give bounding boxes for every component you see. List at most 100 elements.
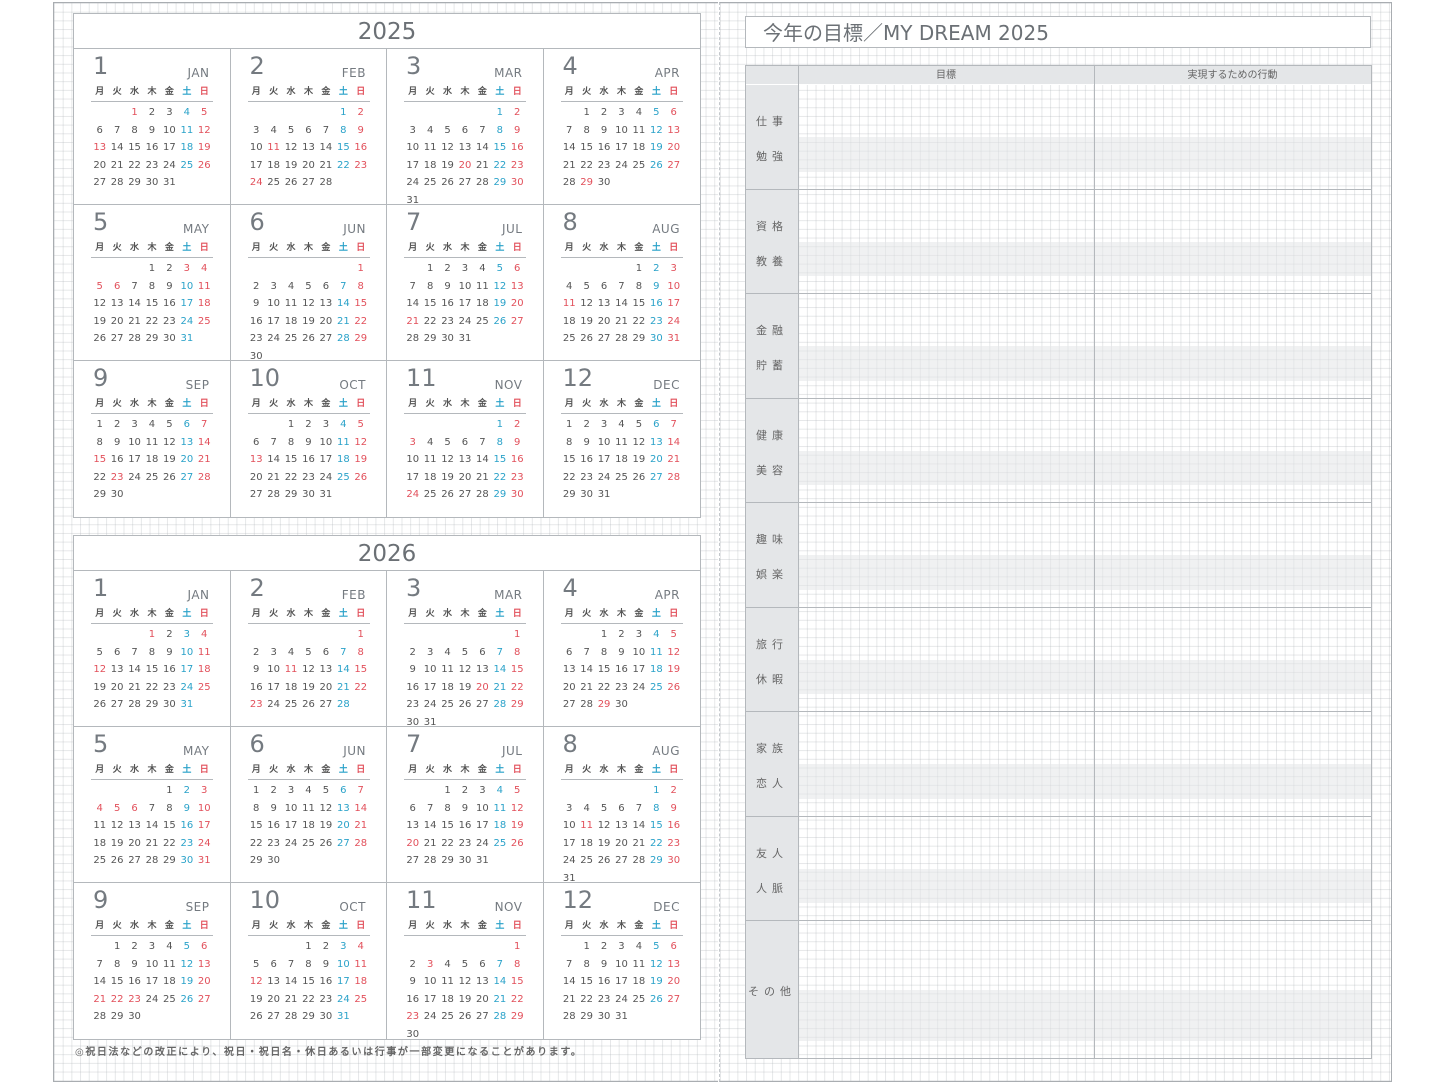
day-cell: 29 xyxy=(163,855,176,866)
category-label: 資格 xyxy=(756,219,788,233)
day-cell: 10 xyxy=(476,802,489,814)
weekday-header: 月火水木金土日 xyxy=(560,397,683,414)
weekday-label: 日 xyxy=(669,765,679,775)
day-cell: 27 xyxy=(110,699,124,710)
week-row: 17 18 19 20 21 22 23 xyxy=(404,469,526,487)
day-cell: 22 xyxy=(354,681,368,693)
day-cell: 2 xyxy=(444,263,451,274)
week-row: 8 9 10 11 12 13 14 xyxy=(561,434,683,452)
day-cell xyxy=(421,104,438,122)
day-cell: 2 xyxy=(148,107,156,118)
month-number: 12 xyxy=(562,886,594,914)
day-cell xyxy=(421,1026,438,1044)
week-row: 28 29 30 xyxy=(561,174,683,192)
day-cell: 24 xyxy=(145,993,159,1005)
day-cell: 13 xyxy=(406,820,420,831)
week-row: 9 10 11 12 13 14 15 xyxy=(404,661,526,679)
month-dec: 12 DEC 月火水木金土日 1 2 3 4 5 6 7 8 9 10 11 12 13 14 15 16 17 18 1… xyxy=(544,361,701,517)
month-number: 6 xyxy=(249,730,265,758)
day-cell: 9 xyxy=(148,124,156,136)
day-cell: 5 xyxy=(583,280,590,292)
day-cell: 23 xyxy=(249,333,263,344)
writing-band xyxy=(798,659,1371,694)
day-cell: 22 xyxy=(493,159,507,171)
day-cell: 7 xyxy=(409,280,416,292)
day-cell: 3 xyxy=(201,785,208,796)
month-abbr: JAN xyxy=(187,588,210,602)
day-cell: 9 xyxy=(670,802,677,814)
day-cell: 23 xyxy=(597,159,611,171)
weekday-label: 日 xyxy=(199,609,209,619)
day-cell: 21 xyxy=(476,471,489,483)
weekday-label: 火 xyxy=(582,399,592,409)
day-cell xyxy=(248,626,265,644)
day-cell: 16 xyxy=(249,315,263,327)
day-cell xyxy=(335,174,352,192)
day-cell: 8 xyxy=(113,958,121,970)
weekday-label: 土 xyxy=(495,87,505,97)
day-cell: 5 xyxy=(305,280,312,292)
day-cell xyxy=(404,104,421,122)
day-cell: 16 xyxy=(302,454,315,465)
day-cell: 6 xyxy=(653,419,660,430)
day-cell: 23 xyxy=(510,471,524,483)
day-cell: 23 xyxy=(267,837,280,849)
weekday-label: 土 xyxy=(495,399,505,409)
day-cell: 12 xyxy=(302,298,315,309)
month-number: 8 xyxy=(562,730,578,758)
day-cell xyxy=(335,260,352,278)
day-cell xyxy=(335,486,352,504)
weekday-label: 火 xyxy=(582,765,592,775)
day-cell: 24 xyxy=(267,333,280,344)
day-cell: 5 xyxy=(461,958,469,970)
day-cell: 4 xyxy=(653,629,660,640)
month-number: 11 xyxy=(406,886,437,914)
weekday-label: 日 xyxy=(669,87,679,97)
day-cell: 27 xyxy=(319,333,333,344)
day-cell: 13 xyxy=(667,124,681,136)
day-cell: 11 xyxy=(302,802,315,814)
day-cell: 4 xyxy=(287,646,295,658)
day-cell: 22 xyxy=(632,315,646,327)
day-cell xyxy=(421,626,438,644)
week-row: 2345678 xyxy=(404,644,526,662)
day-cell xyxy=(630,1008,647,1026)
day-cell: 12 xyxy=(441,142,454,153)
weekday-label: 火 xyxy=(582,243,592,253)
weekday-label: 水 xyxy=(599,399,609,409)
day-cell xyxy=(474,938,491,956)
day-cell: 26 xyxy=(93,699,107,710)
day-cell xyxy=(578,260,595,278)
day-cell: 16 xyxy=(163,298,176,309)
day-cell: 2 xyxy=(409,958,416,970)
day-cell xyxy=(474,104,491,122)
day-cell: 16 xyxy=(441,298,454,309)
day-cell: 7 xyxy=(148,802,156,814)
day-cell: 8 xyxy=(496,436,503,448)
month-abbr: DEC xyxy=(653,900,680,914)
day-cell: 16 xyxy=(510,454,524,465)
category-label: 教養 xyxy=(756,254,788,268)
month-number: 5 xyxy=(93,730,109,758)
day-cell: 28 xyxy=(354,837,368,849)
category-divider xyxy=(746,397,1371,399)
day-cell: 19 xyxy=(597,837,611,849)
day-cell: 2 xyxy=(183,785,190,796)
left-page-annual-calendar: 2025 1 JAN 月火水木金土日 1 2 3 4 5 6 7 8 9 10 11 12 13 14 15 16 17… xyxy=(53,2,718,1082)
writing-band xyxy=(798,764,1371,799)
day-cell: 25 xyxy=(336,471,350,483)
day-cell xyxy=(456,1026,473,1044)
day-cell: 24 xyxy=(476,837,489,849)
day-cell: 17 xyxy=(458,298,472,309)
day-cell: 27 xyxy=(476,699,489,710)
day-cell: 3 xyxy=(618,107,625,118)
day-cell: 27 xyxy=(197,993,211,1005)
day-cell: 10 xyxy=(667,280,681,292)
week-row: 12 13 14 15 16 17 18 xyxy=(248,973,370,991)
day-cell: 10 xyxy=(145,958,159,970)
day-cell: 7 xyxy=(340,646,347,658)
day-cell: 19 xyxy=(354,454,368,465)
day-cell xyxy=(595,260,612,278)
weekday-label: 金 xyxy=(477,243,487,253)
day-cell: 17 xyxy=(423,993,437,1005)
